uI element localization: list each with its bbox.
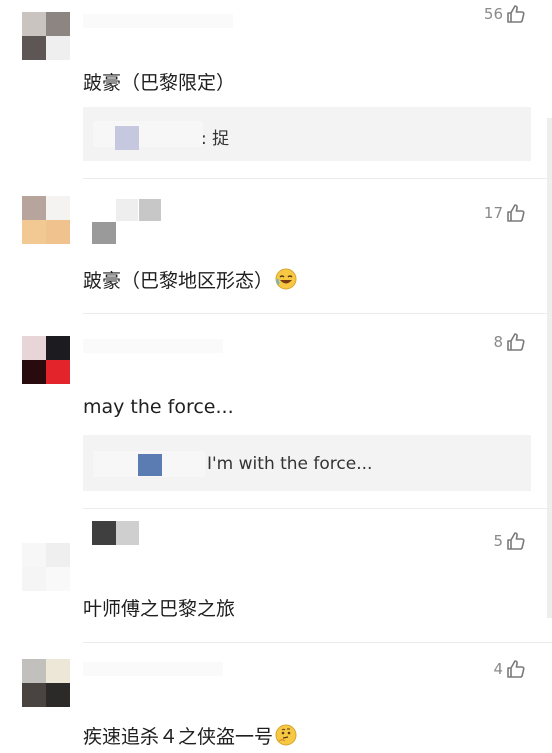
reply-avatar-blur <box>115 126 139 150</box>
reply-avatar-blur <box>138 454 162 476</box>
reply-box[interactable]: I'm with the force... <box>83 435 531 491</box>
like-count: 4 <box>493 660 503 678</box>
like-count: 5 <box>493 532 503 550</box>
avatar[interactable] <box>22 659 70 707</box>
thumbs-up-icon <box>506 332 526 352</box>
like-button[interactable]: 5 <box>493 531 526 551</box>
comment-text: 叶师傅之巴黎之旅 <box>83 598 236 620</box>
comment-text: 跛豪（巴黎地区形态） <box>83 266 297 295</box>
reply-box[interactable]: : 捉 <box>83 107 531 161</box>
avatar[interactable] <box>22 336 70 384</box>
username-blur[interactable] <box>92 521 116 545</box>
divider <box>83 313 552 314</box>
comment-text: 跛豪（巴黎限定） <box>83 72 236 94</box>
reply-text: : 捉 <box>201 129 230 149</box>
like-button[interactable]: 4 <box>493 659 526 679</box>
like-count: 17 <box>483 204 503 222</box>
comment-text: may the force... <box>83 396 234 418</box>
like-button[interactable]: 56 <box>484 4 526 24</box>
like-button[interactable]: 8 <box>493 332 526 352</box>
username-blur[interactable] <box>116 199 138 221</box>
scroll-edge <box>547 118 552 618</box>
reply-username-blur <box>93 121 203 147</box>
username-blur[interactable] <box>83 339 223 353</box>
like-count: 8 <box>493 333 503 351</box>
like-count: 56 <box>483 5 503 23</box>
username-blur[interactable] <box>83 14 233 28</box>
thumbs-up-icon <box>506 531 526 551</box>
divider <box>83 642 552 643</box>
divider <box>83 178 552 179</box>
comment-text: 疾速追杀４之侠盗一号 <box>83 722 297 751</box>
thumbs-up-icon <box>506 659 526 679</box>
thumbs-up-icon <box>506 203 526 223</box>
avatar[interactable] <box>22 12 70 60</box>
like-button[interactable]: 17 <box>484 203 526 223</box>
avatar[interactable] <box>22 196 70 244</box>
thinking-emoji-icon <box>275 724 297 751</box>
username-blur[interactable] <box>83 662 223 676</box>
divider <box>83 508 552 509</box>
laughing-crying-emoji-icon <box>275 268 297 295</box>
thumbs-up-icon <box>506 4 526 24</box>
reply-text: I'm with the force... <box>207 454 373 474</box>
avatar[interactable] <box>22 543 70 591</box>
